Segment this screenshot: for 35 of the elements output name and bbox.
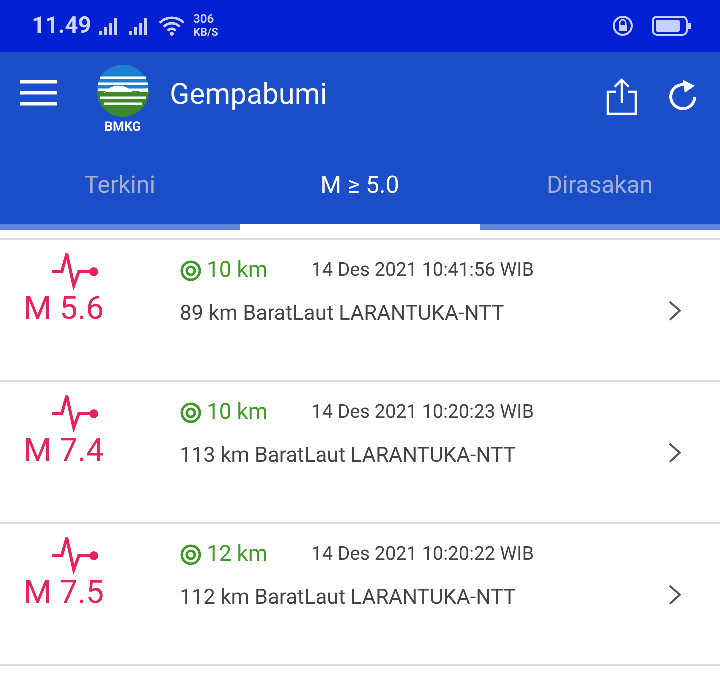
magnitude: M 7.5 <box>24 574 104 610</box>
chevron-right-icon <box>668 300 682 322</box>
event-time: 14 Des 2021 10:41:56 WIB <box>312 257 534 284</box>
earthquake-row[interactable]: M 7.4 10 km 14 Des 2021 10:20:23 WIB 113 km BaratLaut LARANTUKA-NTT <box>0 382 720 524</box>
depth: 10 km <box>207 399 268 427</box>
depth-icon <box>180 260 202 282</box>
depth-icon <box>180 402 202 424</box>
rotation-lock-icon <box>612 15 634 37</box>
tab[interactable]: M ≥ 5.0 <box>240 146 480 230</box>
clock: 11.49 <box>32 10 92 41</box>
logo-text: BMKG <box>104 120 142 136</box>
logo-icon <box>96 64 150 118</box>
chevron-right-icon <box>668 442 682 464</box>
menu-icon <box>20 80 57 106</box>
depth: 10 km <box>207 257 268 285</box>
magnitude: M 7.4 <box>24 432 104 468</box>
app-title: Gempabumi <box>170 77 328 114</box>
wifi-icon <box>159 16 186 36</box>
earthquake-row[interactable]: M 7.5 12 km 14 Des 2021 10:20:22 WIB 112 km BaratLaut LARANTUKA-NTT <box>0 524 720 666</box>
event-time: 14 Des 2021 10:20:23 WIB <box>312 399 534 426</box>
location: 113 km BaratLaut LARANTUKA-NTT <box>180 443 518 470</box>
network-speed-unit: KB/S <box>193 26 218 39</box>
location: 112 km BaratLaut LARANTUKA-NTT <box>180 585 518 612</box>
battery-icon <box>652 16 692 36</box>
share-button[interactable] <box>606 78 638 116</box>
earthquake-row[interactable]: M 5.6 10 km 14 Des 2021 10:41:56 WIB 89 km BaratLaut LARANTUKA-NTT <box>0 240 720 382</box>
depth-icon <box>180 544 202 566</box>
chevron-right-icon <box>668 584 682 606</box>
event-time: 14 Des 2021 10:20:22 WIB <box>312 541 534 568</box>
magnitude: M 5.6 <box>24 290 104 326</box>
menu-button[interactable] <box>20 80 57 106</box>
depth: 12 km <box>207 541 268 569</box>
location: 89 km BaratLaut LARANTUKA-NTT <box>180 301 506 328</box>
share-icon <box>606 78 638 116</box>
network-speed: 306 <box>193 13 216 26</box>
